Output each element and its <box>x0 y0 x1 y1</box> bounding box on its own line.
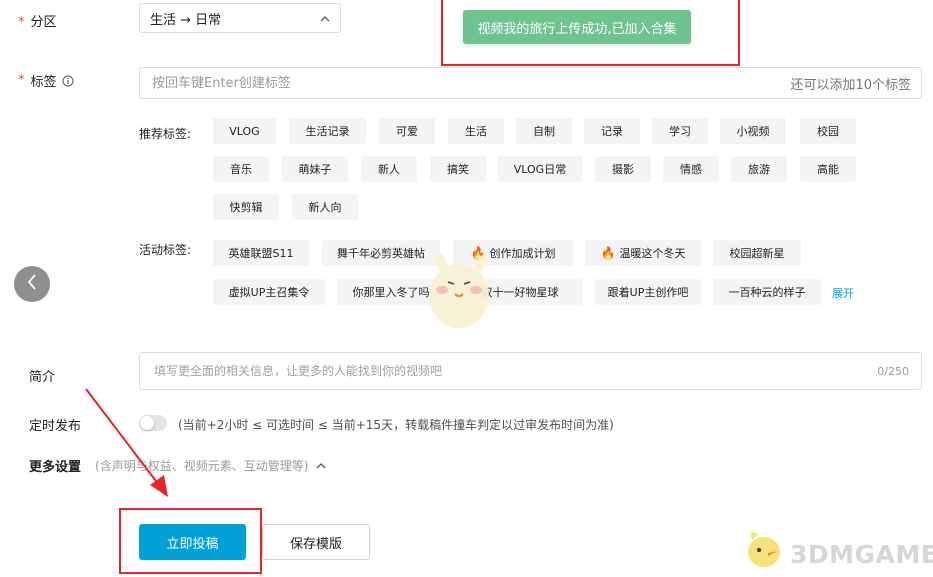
recommended-tag[interactable]: 萌妹子 <box>282 156 348 182</box>
success-toast: 视频我的旅行上传成功,已加入合集 <box>463 10 691 44</box>
tags-label-row: * 标签 <box>18 71 74 90</box>
recommended-tag[interactable]: 摄影 <box>595 156 651 182</box>
recommended-tag[interactable]: 新人向 <box>292 194 358 220</box>
activity-tag[interactable]: 校园超新星 <box>713 240 801 266</box>
recommended-tag[interactable]: VLOG <box>213 118 276 144</box>
schedule-label: 定时发布 <box>29 419 82 434</box>
category-label-row: * 分区 <box>18 11 57 30</box>
recommended-tag[interactable]: 生活记录 <box>289 118 366 144</box>
category-value: 生活 → 日常 <box>150 12 222 28</box>
activity-tag[interactable]: 跟着UP主创作吧 <box>595 279 701 305</box>
tags-remaining: 还可以添加10个标签 <box>790 77 911 93</box>
description-box[interactable]: 0/250 <box>139 352 922 390</box>
fire-icon: 🔥 <box>600 246 616 260</box>
recommended-tag[interactable]: 记录 <box>584 118 640 144</box>
required-asterisk: * <box>18 15 25 30</box>
required-asterisk: * <box>18 73 25 88</box>
recommended-tag[interactable]: 旅游 <box>731 156 787 182</box>
recommended-tag[interactable]: 音乐 <box>213 156 269 182</box>
watermark-text: 3DMGAME <box>790 540 933 569</box>
recommended-tag[interactable]: 自制 <box>516 118 572 144</box>
category-label: 分区 <box>30 15 57 30</box>
recommended-tag[interactable]: 小视频 <box>720 118 786 144</box>
category-select[interactable]: 生活 → 日常 <box>139 3 341 33</box>
description-input[interactable] <box>152 363 878 379</box>
activity-tag[interactable]: 🔥 温暖这个冬天 <box>585 240 701 266</box>
chevron-up-icon <box>316 462 326 469</box>
activity-tag[interactable]: 虚拟UP主召集令 <box>213 279 325 305</box>
activity-tag[interactable]: 一百种云的样子 <box>713 279 821 305</box>
chevron-left-icon <box>27 273 37 295</box>
tag-input-box[interactable]: 还可以添加10个标签 <box>139 67 922 99</box>
tags-label: 标签 <box>30 75 57 90</box>
recommended-tag[interactable]: 快剪辑 <box>213 194 279 220</box>
mascot-illustration <box>418 238 500 334</box>
tag-input[interactable] <box>150 74 791 92</box>
toast-message: 视频我的旅行上传成功,已加入合集 <box>477 21 677 37</box>
chevron-up-icon <box>320 12 330 25</box>
carousel-prev-button[interactable] <box>14 266 50 302</box>
recommended-tag[interactable]: 生活 <box>448 118 504 144</box>
recommended-tag[interactable]: 可爱 <box>379 118 435 144</box>
recommended-tags-label: 推荐标签: <box>139 127 192 141</box>
info-icon[interactable] <box>62 75 74 87</box>
annotation-arrow <box>85 388 168 497</box>
more-settings-title: 更多设置 <box>29 460 82 475</box>
watermark-mascot-icon <box>742 526 786 574</box>
schedule-hint: (当前+2小时 ≤ 可选时间 ≤ 当前+15天，转载稿件撞车判定以过审发布时间为… <box>178 418 614 432</box>
recommended-tag[interactable]: 情感 <box>663 156 719 182</box>
submit-button[interactable]: 立即投稿 <box>139 524 246 560</box>
description-count: 0/250 <box>877 364 909 378</box>
description-label: 简介 <box>29 370 56 385</box>
recommended-tag[interactable]: 校园 <box>800 118 856 144</box>
recommended-tag[interactable]: 搞笑 <box>430 156 486 182</box>
save-template-button[interactable]: 保存模版 <box>262 524 370 560</box>
recommended-tag[interactable]: 学习 <box>652 118 708 144</box>
expand-tags-link[interactable]: 展开 <box>832 285 854 301</box>
recommended-tag[interactable]: 高能 <box>800 156 856 182</box>
activity-tag[interactable]: 英雄联盟S11 <box>213 240 309 266</box>
recommended-tag[interactable]: VLOG日常 <box>498 156 582 182</box>
activity-tags-label: 活动标签: <box>139 243 192 257</box>
recommended-tag[interactable]: 新人 <box>361 156 417 182</box>
